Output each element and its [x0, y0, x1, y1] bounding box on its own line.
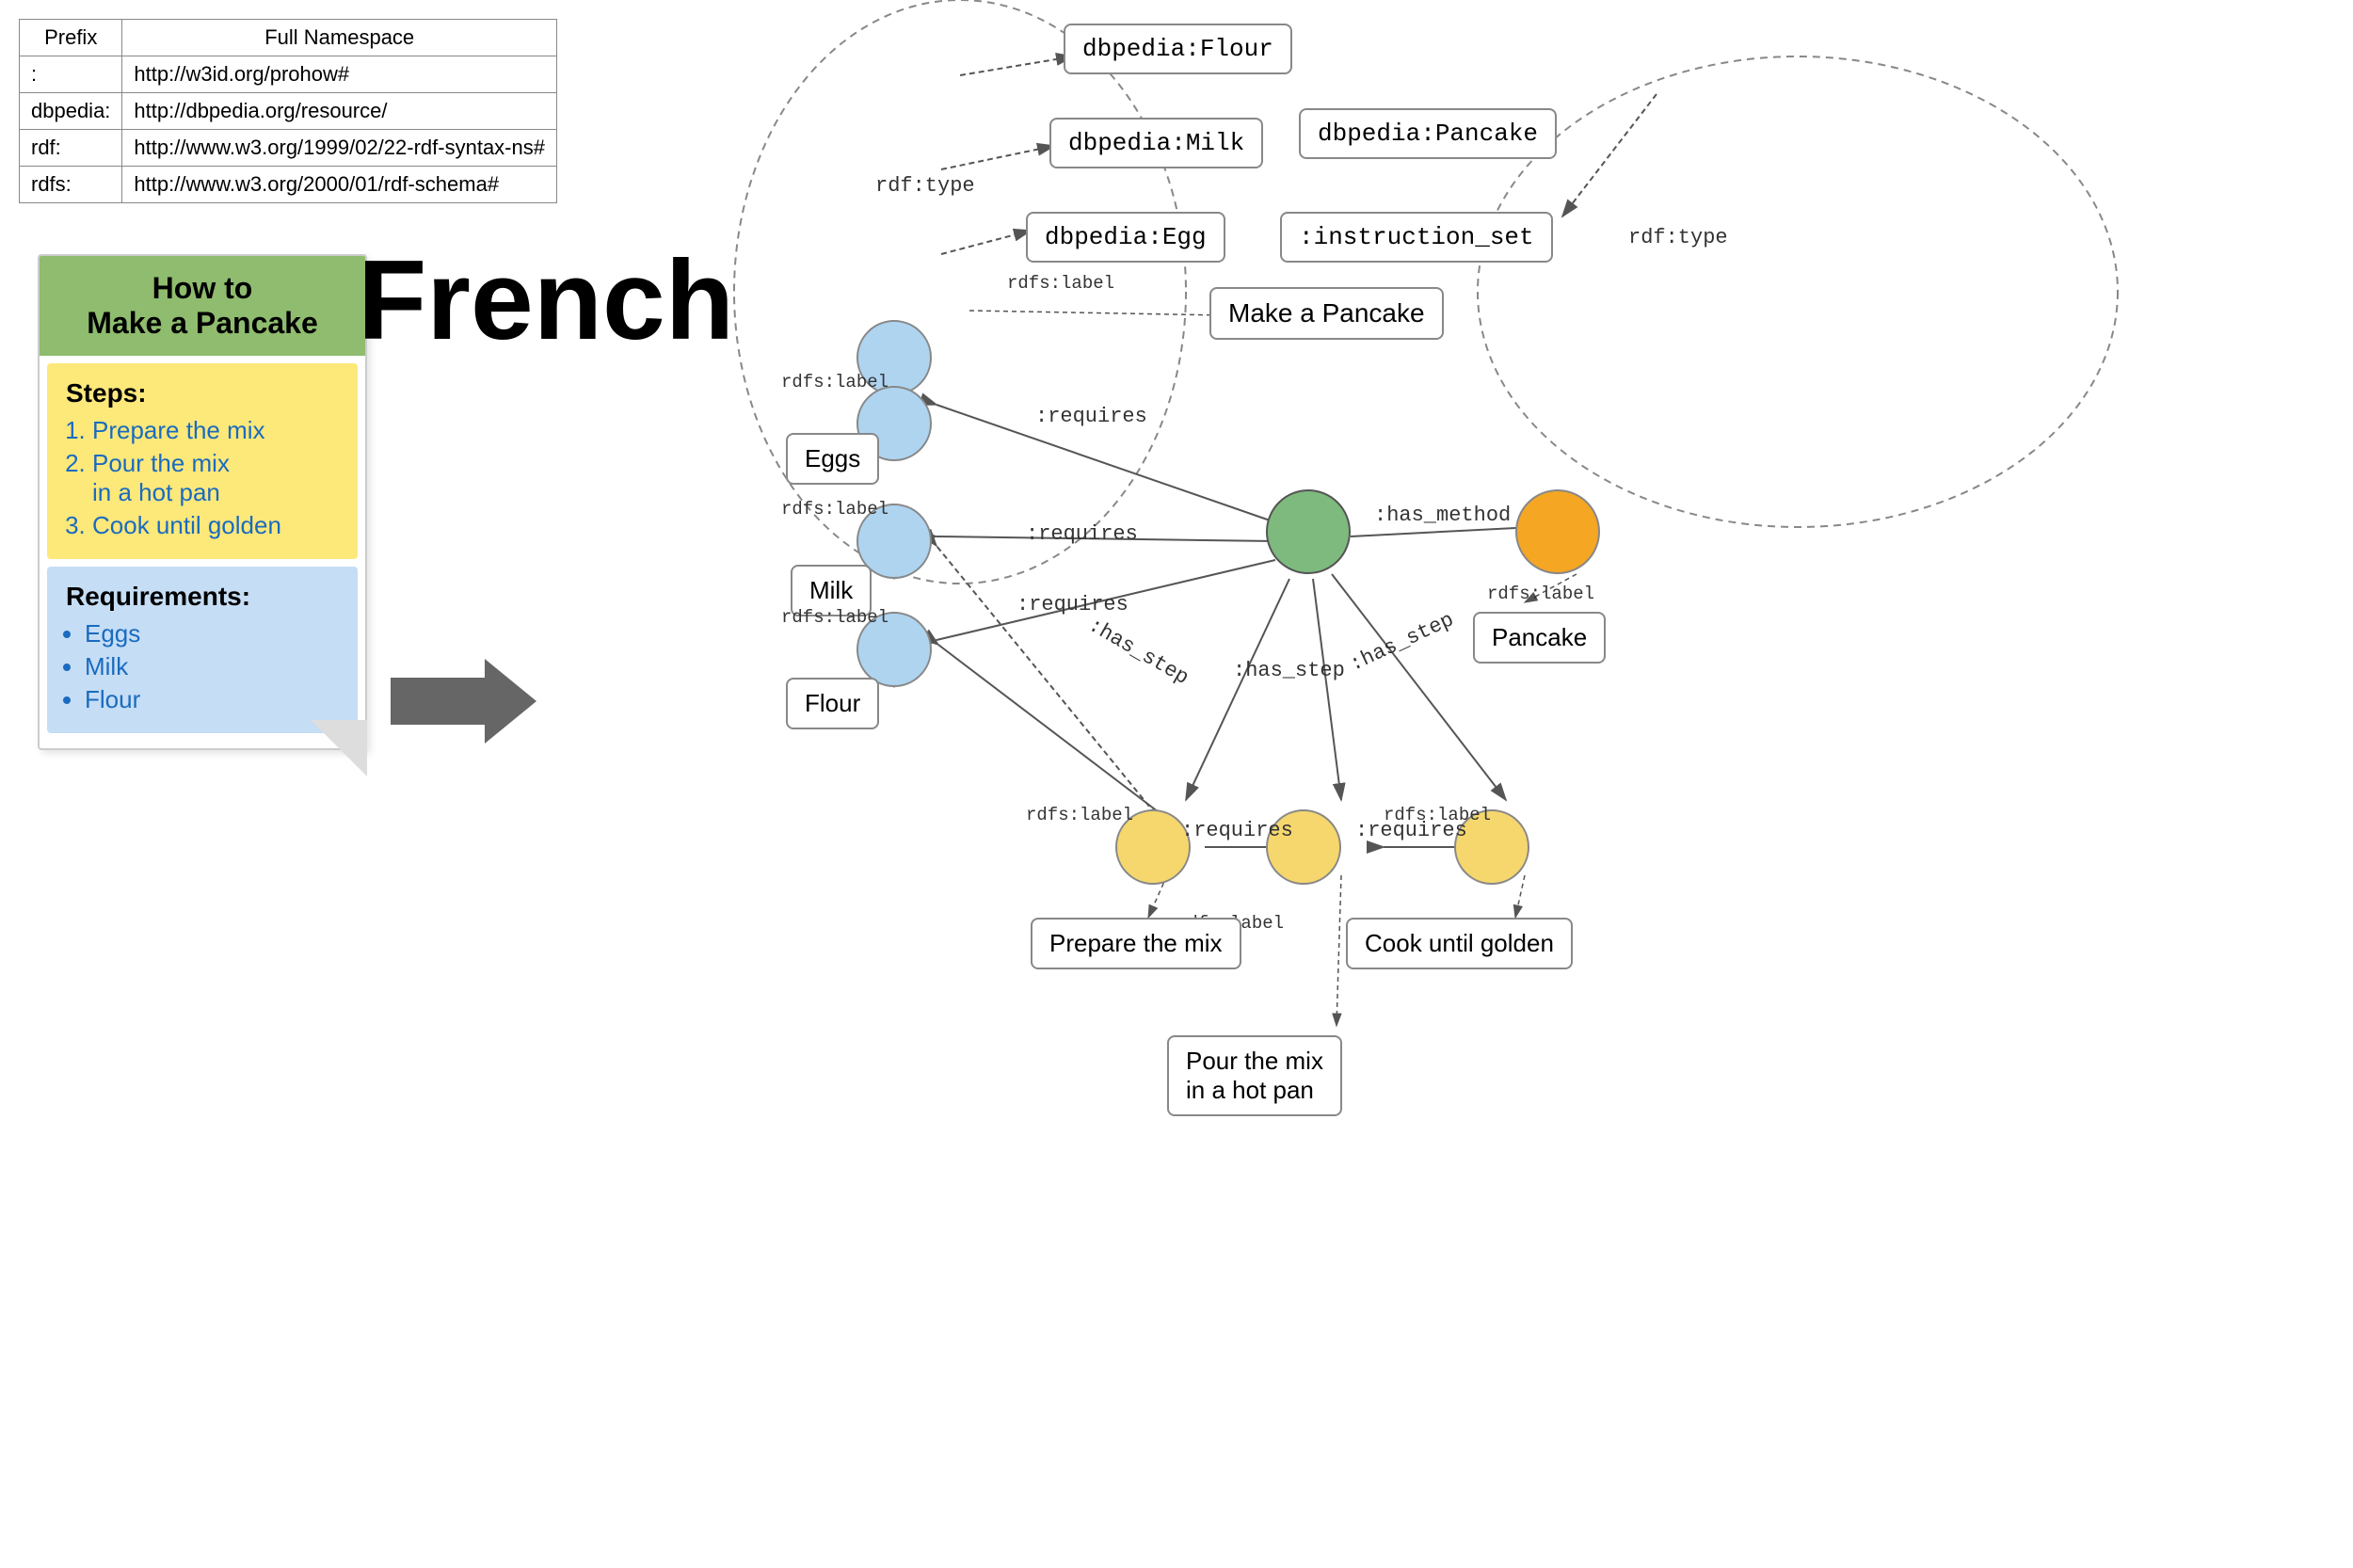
egg-node-box: dbpedia:Egg — [1026, 212, 1225, 263]
has-step-2-label: :has_step — [1233, 659, 1345, 682]
requirements-title: Requirements: — [66, 582, 339, 612]
namespace-dbpedia: http://dbpedia.org/resource/ — [122, 93, 557, 130]
recipe-requirements-section: Requirements: Eggs Milk Flour — [47, 567, 358, 733]
namespace-rdfs: http://www.w3.org/2000/01/rdf-schema# — [122, 167, 557, 203]
recipe-card: How to Make a Pancake Steps: Prepare the… — [38, 254, 367, 750]
table-row: dbpedia: http://dbpedia.org/resource/ — [20, 93, 557, 130]
instruction-set-node-box: :instruction_set — [1280, 212, 1553, 263]
flour-label-box: Flour — [786, 678, 879, 729]
namespace-table: Prefix Full Namespace : http://w3id.org/… — [19, 19, 557, 203]
cook-label-box: Cook until golden — [1346, 918, 1573, 969]
prefix-colon: : — [20, 56, 122, 93]
table-row: rdfs: http://www.w3.org/2000/01/rdf-sche… — [20, 167, 557, 203]
requires-flour-label: :requires — [1016, 593, 1128, 616]
rdfs-label-milk: rdfs:label — [781, 499, 888, 520]
rdfs-label-prepare: rdfs:label — [1026, 805, 1133, 825]
milk-node-box: dbpedia:Milk — [1049, 118, 1263, 168]
arrow-icon — [391, 654, 541, 748]
recipe-header: How to Make a Pancake — [40, 256, 365, 356]
table-row: : http://w3id.org/prohow# — [20, 56, 557, 93]
steps-title: Steps: — [66, 378, 339, 408]
requires-step3-label: :requires — [1355, 819, 1467, 842]
recipe-steps-section: Steps: Prepare the mix Pour the mixin a … — [47, 363, 358, 559]
table-row: rdf: http://www.w3.org/1999/02/22-rdf-sy… — [20, 130, 557, 167]
requires-step1-label: :requires — [1181, 819, 1293, 842]
requires-eggs-label: :requires — [1035, 405, 1147, 428]
flour-node-box: dbpedia:Flour — [1064, 24, 1292, 74]
pour-label-box: Pour the mixin a hot pan — [1167, 1035, 1342, 1116]
rdf-type-left-label: rdf:type — [875, 174, 975, 198]
namespace-rdf: http://www.w3.org/1999/02/22-rdf-syntax-… — [122, 130, 557, 167]
has-step-1-label: :has_step — [1084, 614, 1193, 690]
steps-list: Prepare the mix Pour the mixin a hot pan… — [66, 416, 339, 540]
has-method-label: :has_method — [1374, 504, 1511, 527]
table-header-prefix: Prefix — [20, 20, 122, 56]
pancake-method-circle — [1515, 489, 1600, 574]
rdfs-label-eggs: rdfs:label — [781, 372, 888, 392]
namespace-prohow: http://w3id.org/prohow# — [122, 56, 557, 93]
rdf-type-right-label: rdf:type — [1628, 226, 1728, 249]
list-item: Milk — [85, 652, 339, 681]
make-pancake-node-box: Make a Pancake — [1209, 287, 1444, 340]
table-header-namespace: Full Namespace — [122, 20, 557, 56]
list-item: Prepare the mix — [92, 416, 339, 445]
list-item: Pour the mixin a hot pan — [92, 449, 339, 507]
requirements-list: Eggs Milk Flour — [66, 619, 339, 714]
rdfs-label-flour: rdfs:label — [781, 607, 888, 628]
list-item: Flour — [85, 685, 339, 714]
rdfs-label-pancake: rdfs:label — [1487, 584, 1594, 604]
rdfs-label-top: rdfs:label — [1007, 273, 1114, 294]
prefix-rdfs: rdfs: — [20, 167, 122, 203]
eggs-label-box: Eggs — [786, 433, 879, 485]
french-title: French — [358, 235, 734, 365]
has-step-3-label: :has_step — [1346, 608, 1457, 677]
recipe-title: How to Make a Pancake — [55, 271, 350, 341]
pancake-label-box: Pancake — [1473, 612, 1606, 664]
list-item: Eggs — [85, 619, 339, 648]
method-center-circle — [1266, 489, 1351, 574]
prefix-dbpedia: dbpedia: — [20, 93, 122, 130]
prepare-label-box: Prepare the mix — [1031, 918, 1241, 969]
list-item: Cook until golden — [92, 511, 339, 540]
pancake-dbpedia-node-box: dbpedia:Pancake — [1299, 108, 1557, 159]
prefix-rdf: rdf: — [20, 130, 122, 167]
requires-milk-label: :requires — [1026, 522, 1138, 546]
